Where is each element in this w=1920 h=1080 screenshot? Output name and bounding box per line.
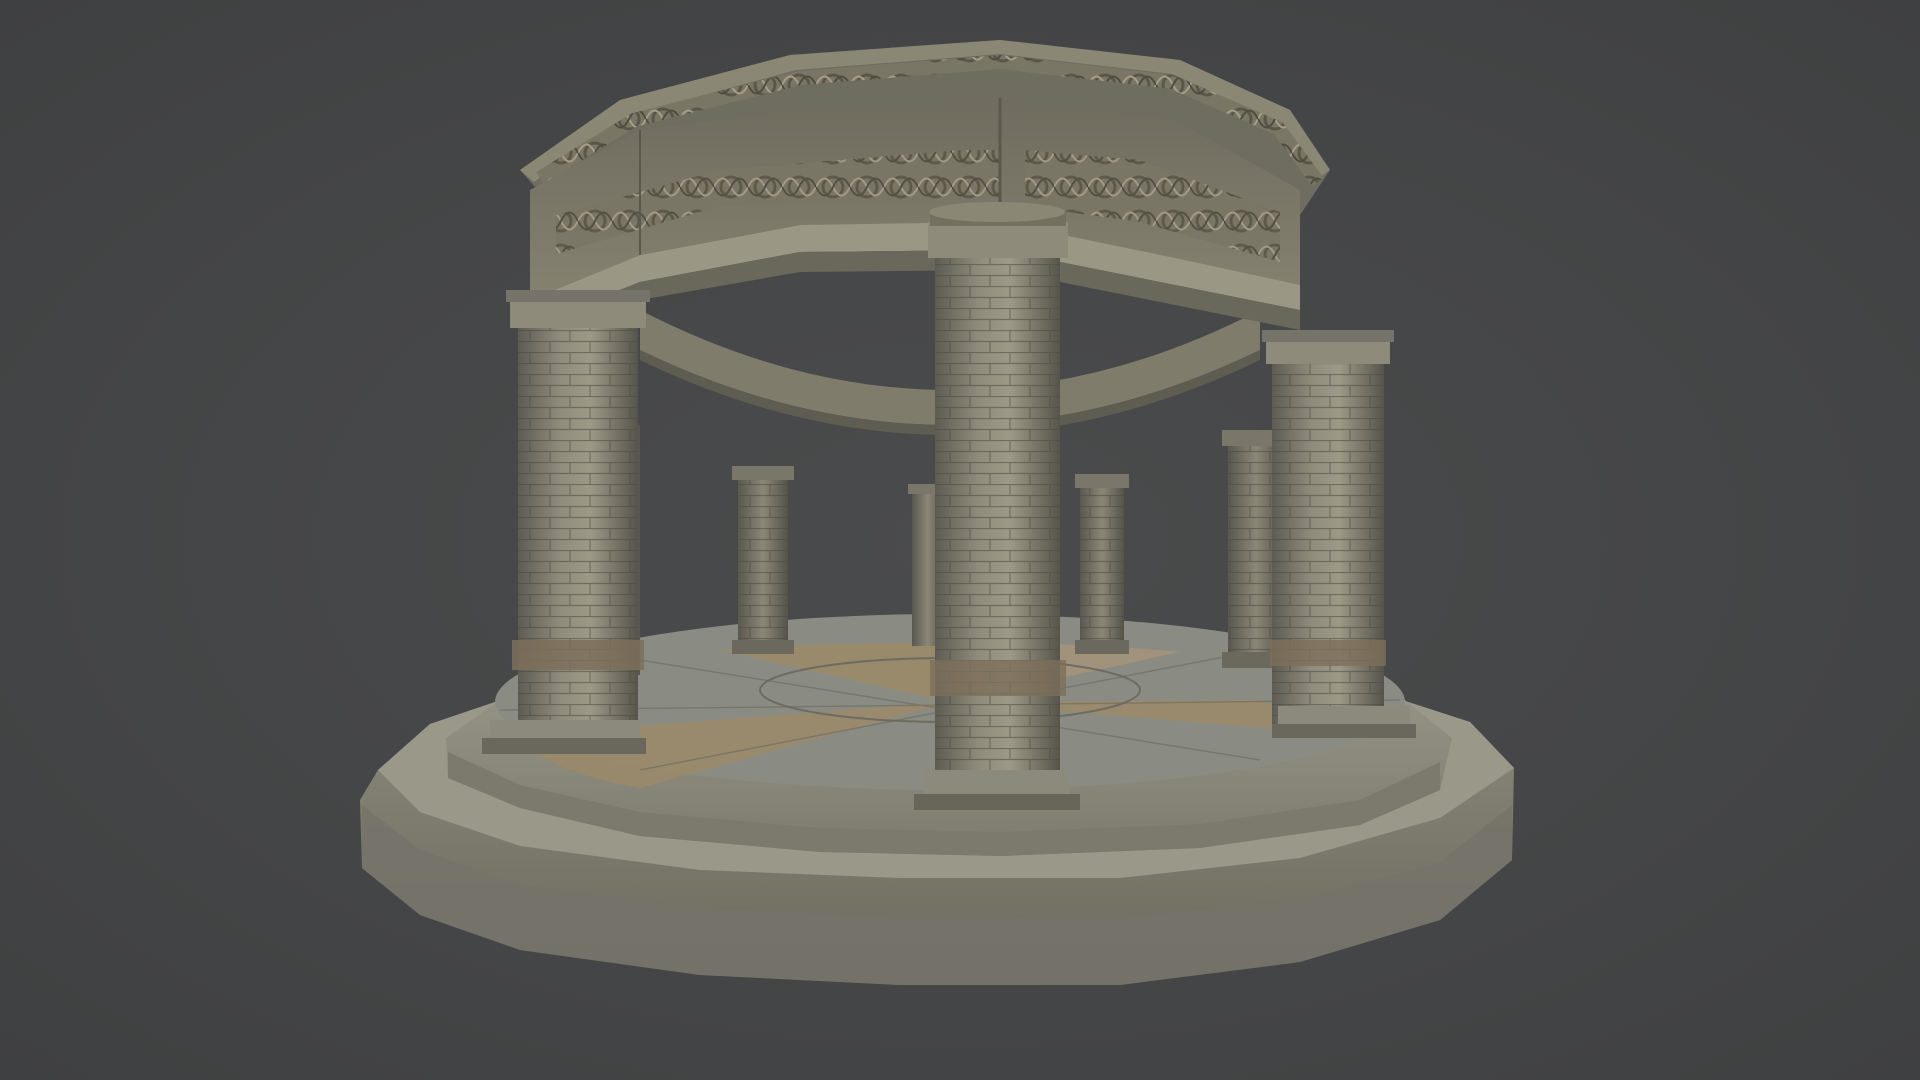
column-front-right bbox=[1262, 330, 1416, 738]
column-front-center bbox=[914, 202, 1080, 810]
3d-viewport[interactable] bbox=[0, 0, 1920, 1080]
rotunda-model bbox=[360, 40, 1514, 985]
